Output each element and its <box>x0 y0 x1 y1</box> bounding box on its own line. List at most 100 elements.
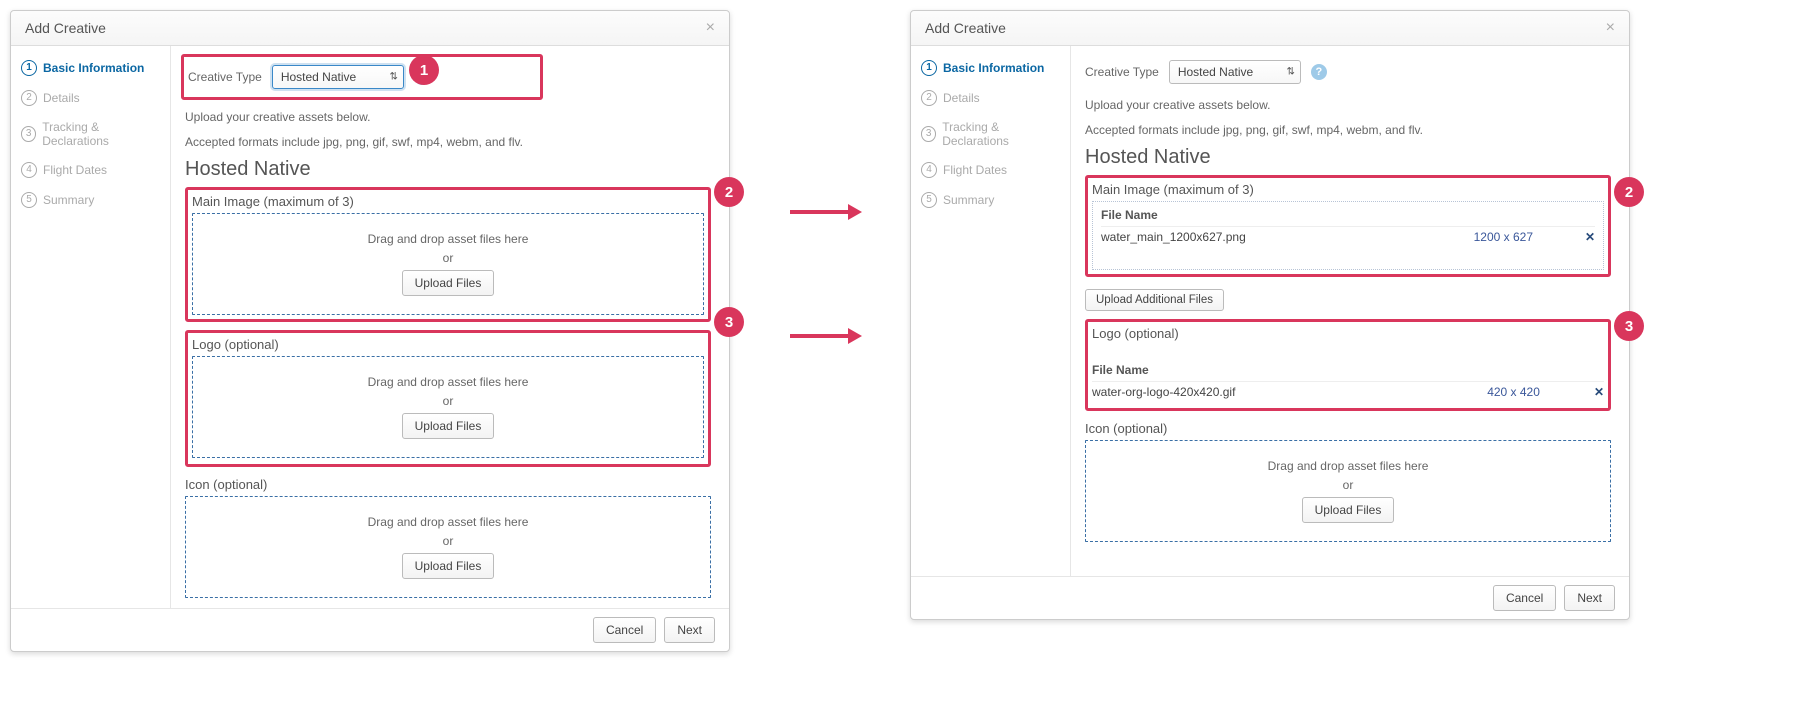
step-number-icon: 4 <box>21 162 37 178</box>
table-row: water-org-logo-420x420.gif 420 x 420 ✕ <box>1092 382 1604 403</box>
cancel-button[interactable]: Cancel <box>593 617 656 643</box>
upload-files-button[interactable]: Upload Files <box>402 553 495 579</box>
arrow-icon <box>790 210 850 214</box>
sidebar-item-label: Details <box>943 91 980 105</box>
sidebar-item-details[interactable]: 2 Details <box>921 90 1062 106</box>
wizard-sidebar: 1 Basic Information 2 Details 3 Tracking… <box>911 46 1071 576</box>
dropzone-or: or <box>196 534 700 548</box>
main-image-label: Main Image (maximum of 3) <box>1092 182 1604 197</box>
modal-title: Add Creative <box>25 20 106 36</box>
logo-label: Logo (optional) <box>1092 326 1604 341</box>
step-number-icon: 3 <box>921 126 936 142</box>
sidebar-item-flight-dates[interactable]: 4 Flight Dates <box>21 162 162 178</box>
main-image-dropzone[interactable]: Drag and drop asset files here or Upload… <box>192 213 704 315</box>
logo-dropzone[interactable]: Drag and drop asset files here or Upload… <box>192 356 704 458</box>
sidebar-item-label: Basic Information <box>43 61 144 75</box>
file-name-cell: water-org-logo-420x420.gif <box>1092 382 1448 403</box>
step-number-icon: 1 <box>21 60 37 76</box>
step-number-icon: 2 <box>921 90 937 106</box>
close-icon[interactable]: × <box>706 19 715 37</box>
close-icon[interactable]: × <box>1606 19 1615 37</box>
arrow-icon <box>790 334 850 338</box>
step-number-icon: 5 <box>921 192 937 208</box>
step-number-icon: 5 <box>21 192 37 208</box>
callout-badge-2: 2 <box>714 177 744 207</box>
sidebar-item-label: Flight Dates <box>943 163 1007 177</box>
sidebar-item-tracking-declarations[interactable]: 3 Tracking & Declarations <box>21 120 162 148</box>
sidebar-item-basic-information[interactable]: 1 Basic Information <box>921 60 1062 76</box>
sidebar-item-label: Summary <box>943 193 994 207</box>
sidebar-item-label: Details <box>43 91 80 105</box>
modal-title: Add Creative <box>925 20 1006 36</box>
highlight-main-image: Main Image (maximum of 3) Drag and drop … <box>185 187 711 322</box>
wizard-sidebar: 1 Basic Information 2 Details 3 Tracking… <box>11 46 171 608</box>
file-dimensions-cell: 1200 x 627 <box>1435 227 1572 248</box>
dropzone-or: or <box>203 251 693 265</box>
callout-badge-2: 2 <box>1614 177 1644 207</box>
sidebar-item-label: Flight Dates <box>43 163 107 177</box>
cancel-button[interactable]: Cancel <box>1493 585 1556 611</box>
file-name-cell: water_main_1200x627.png <box>1101 227 1435 248</box>
arrow-column <box>790 10 850 338</box>
upload-hint-2: Accepted formats include jpg, png, gif, … <box>185 133 711 152</box>
dropzone-text: Drag and drop asset files here <box>203 232 693 246</box>
upload-files-button[interactable]: Upload Files <box>1302 497 1395 523</box>
sidebar-item-label: Summary <box>43 193 94 207</box>
content-pane: Creative Type Hosted Native ⇅ ? Upload y… <box>171 46 729 608</box>
sidebar-item-details[interactable]: 2 Details <box>21 90 162 106</box>
highlight-creative-type: Creative Type Hosted Native ⇅ ? <box>181 54 543 100</box>
step-number-icon: 4 <box>921 162 937 178</box>
modal-footer: Cancel Next <box>11 608 729 651</box>
table-row: water_main_1200x627.png 1200 x 627 ✕ <box>1101 227 1595 248</box>
dropzone-text: Drag and drop asset files here <box>1096 459 1600 473</box>
upload-hint-1: Upload your creative assets below. <box>1085 96 1611 115</box>
sidebar-item-summary[interactable]: 5 Summary <box>921 192 1062 208</box>
upload-files-button[interactable]: Upload Files <box>402 270 495 296</box>
dropzone-text: Drag and drop asset files here <box>203 375 693 389</box>
modal-header: Add Creative × <box>911 11 1629 46</box>
modal-add-creative-after: Add Creative × 1 Basic Information 2 Det… <box>910 10 1630 620</box>
section-title: Hosted Native <box>1085 146 1611 169</box>
sidebar-item-basic-information[interactable]: 1 Basic Information <box>21 60 162 76</box>
sidebar-item-tracking-declarations[interactable]: 3 Tracking & Declarations <box>921 120 1062 148</box>
dropzone-text: Drag and drop asset files here <box>196 515 700 529</box>
dropzone-or: or <box>203 394 693 408</box>
callout-badge-3: 3 <box>714 307 744 337</box>
logo-file-list: File Name water-org-logo-420x420.gif 420… <box>1092 363 1604 402</box>
callout-badge-3: 3 <box>1614 311 1644 341</box>
dropzone-or: or <box>1096 478 1600 492</box>
logo-label: Logo (optional) <box>192 337 704 352</box>
creative-type-select[interactable]: Hosted Native <box>272 65 404 89</box>
modal-footer: Cancel Next <box>911 576 1629 619</box>
remove-file-icon[interactable]: ✕ <box>1594 385 1604 399</box>
creative-type-select[interactable]: Hosted Native <box>1169 60 1301 84</box>
file-dimensions-cell: 420 x 420 <box>1448 382 1579 403</box>
file-name-header: File Name <box>1092 363 1448 382</box>
creative-type-label: Creative Type <box>1085 65 1159 79</box>
modal-header: Add Creative × <box>11 11 729 46</box>
file-name-header: File Name <box>1101 208 1435 227</box>
help-icon[interactable]: ? <box>1311 64 1327 80</box>
sidebar-item-flight-dates[interactable]: 4 Flight Dates <box>921 162 1062 178</box>
remove-file-icon[interactable]: ✕ <box>1585 230 1595 244</box>
sidebar-item-label: Tracking & Declarations <box>42 120 162 148</box>
icon-label: Icon (optional) <box>185 477 711 492</box>
step-number-icon: 3 <box>21 126 36 142</box>
highlight-main-image: Main Image (maximum of 3) File Name wate… <box>1085 175 1611 277</box>
icon-dropzone[interactable]: Drag and drop asset files here or Upload… <box>1085 440 1611 542</box>
main-image-label: Main Image (maximum of 3) <box>192 194 704 209</box>
callout-badge-1: 1 <box>409 55 439 85</box>
icon-dropzone[interactable]: Drag and drop asset files here or Upload… <box>185 496 711 598</box>
next-button[interactable]: Next <box>1564 585 1615 611</box>
creative-type-select-wrap: Hosted Native ⇅ <box>272 65 404 89</box>
next-button[interactable]: Next <box>664 617 715 643</box>
upload-additional-files-button[interactable]: Upload Additional Files <box>1085 289 1224 311</box>
creative-type-label: Creative Type <box>188 70 262 84</box>
main-image-file-list: File Name water_main_1200x627.png 1200 x… <box>1092 201 1604 270</box>
section-title: Hosted Native <box>185 158 711 181</box>
step-number-icon: 1 <box>921 60 937 76</box>
content-pane: Creative Type Hosted Native ⇅ ? Upload y… <box>1071 46 1629 576</box>
sidebar-item-summary[interactable]: 5 Summary <box>21 192 162 208</box>
upload-files-button[interactable]: Upload Files <box>402 413 495 439</box>
upload-hint-2: Accepted formats include jpg, png, gif, … <box>1085 121 1611 140</box>
